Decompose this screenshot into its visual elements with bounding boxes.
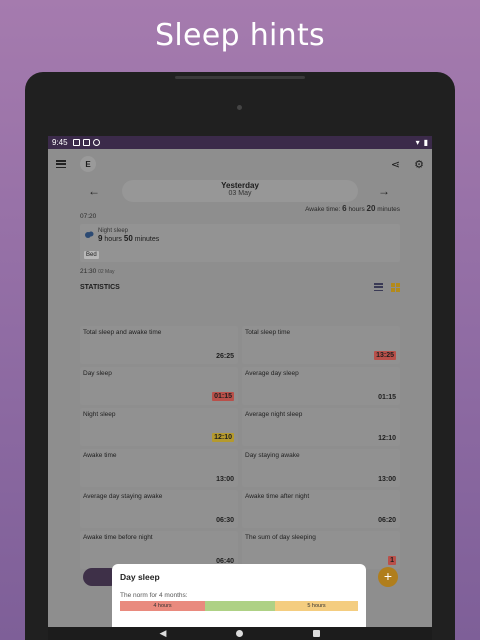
- statistics-header: STATISTICS: [80, 283, 400, 292]
- awake-time-summary: Awake time: 6 hours 20 minutes: [48, 204, 432, 213]
- recents-nav-icon[interactable]: [313, 630, 321, 637]
- stat-value: 12:10: [378, 435, 396, 442]
- date-pill[interactable]: Yesterday 03 May: [122, 180, 358, 202]
- stat-cell[interactable]: Average day sleep 01:15: [242, 367, 400, 405]
- timeline-start-time: 07:20: [80, 213, 97, 220]
- night-minutes-unit: minutes: [134, 236, 160, 243]
- night-minutes: 50: [123, 234, 133, 243]
- back-nav-icon[interactable]: ◀: [160, 628, 167, 639]
- battery-icon: ▮: [423, 138, 428, 147]
- night-hours: 9: [98, 234, 103, 243]
- norm-bar-mid: [205, 601, 275, 611]
- norm-bar-high: 5 hours: [275, 601, 358, 611]
- stat-value: 26:25: [216, 353, 234, 360]
- statistics-grid: Total sleep and awake time 26:25 Total sle…: [80, 326, 400, 569]
- date-value: 03 May: [228, 190, 252, 198]
- night-cloud-icon: [85, 231, 94, 238]
- sheet-norm-label: The norm for 4 months:: [120, 592, 188, 599]
- stat-label: Average night sleep: [245, 411, 303, 418]
- app-content: E ⋖ ⚙ ← Yesterday 03 May → Awake time: 6…: [48, 149, 432, 627]
- previous-day-arrow-icon[interactable]: ←: [88, 184, 102, 198]
- timeline-end: 21:30 02 May: [80, 268, 432, 275]
- stat-label: Awake time after night: [245, 493, 310, 500]
- timeline-end-time: 21:30: [80, 268, 97, 275]
- status-time: 9:45: [52, 138, 68, 147]
- awake-minutes: 20: [366, 204, 376, 213]
- gear-icon[interactable]: ⚙: [414, 158, 424, 171]
- stat-cell[interactable]: Day sleep 01:15: [80, 367, 238, 405]
- stat-label: The sum of day sleeping: [245, 534, 316, 541]
- headline: Sleep hints: [155, 18, 325, 53]
- stat-value: 13:00: [216, 476, 234, 483]
- status-bar: 9:45 ▾ ▮: [48, 136, 432, 149]
- stat-cell[interactable]: Day staying awake 13:00: [242, 449, 400, 487]
- stat-cell[interactable]: Average day staying awake 06:30: [80, 490, 238, 528]
- norm-bar: 4 hours 5 hours: [120, 601, 358, 611]
- stat-value: 12:10: [212, 433, 234, 442]
- stat-value: 1: [388, 556, 396, 565]
- stat-label: Night sleep: [83, 411, 116, 418]
- timeline-end-date: 02 May: [98, 269, 115, 275]
- awake-hours-unit: hours: [348, 206, 365, 213]
- night-sleep-duration: 9 hours 50 minutes: [98, 234, 396, 243]
- avatar[interactable]: E: [80, 156, 96, 172]
- stat-value: 01:15: [378, 394, 396, 401]
- sync-icon: [92, 139, 100, 146]
- stat-label: Day sleep: [83, 370, 112, 377]
- stat-value: 13:25: [374, 351, 396, 360]
- top-bar: E ⋖ ⚙: [48, 149, 432, 179]
- stat-cell[interactable]: Total sleep and awake time 26:25: [80, 326, 238, 364]
- night-sleep-card[interactable]: Night sleep 9 hours 50 minutes Bed: [80, 224, 400, 262]
- share-icon[interactable]: ⋖: [391, 158, 400, 171]
- sd-card-icon: [82, 139, 90, 146]
- awake-minutes-unit: minutes: [377, 206, 400, 213]
- list-view-icon[interactable]: [374, 283, 383, 291]
- notification-icon: [72, 139, 80, 146]
- stat-value: 06:30: [216, 517, 234, 524]
- stat-cell[interactable]: Awake time 13:00: [80, 449, 238, 487]
- stat-label: Awake time: [83, 452, 117, 459]
- bed-tag: Bed: [84, 251, 99, 259]
- camera: [237, 105, 242, 110]
- stat-label: Average day staying awake: [83, 493, 163, 500]
- screen: 9:45 ▾ ▮ E ⋖ ⚙ ← Yesterday 03 May → Awak…: [48, 136, 432, 640]
- grid-view-icon[interactable]: [391, 283, 400, 292]
- stat-label: Total sleep and awake time: [83, 329, 162, 336]
- stat-label: Day staying awake: [245, 452, 300, 459]
- stat-value: 01:15: [212, 392, 234, 401]
- date-navigator: ← Yesterday 03 May →: [48, 179, 432, 203]
- stat-value: 13:00: [378, 476, 396, 483]
- awake-time-label: Awake time:: [305, 206, 341, 213]
- system-nav-bar: ◀: [48, 627, 432, 640]
- home-nav-icon[interactable]: [236, 630, 244, 637]
- stat-value: 06:20: [378, 517, 396, 524]
- stat-cell[interactable]: Awake time after night 06:20: [242, 490, 400, 528]
- add-button[interactable]: +: [378, 567, 398, 587]
- date-day-label: Yesterday: [221, 181, 259, 190]
- stat-label: Total sleep time: [245, 329, 291, 336]
- speaker: [175, 76, 305, 79]
- night-hours-unit: hours: [104, 236, 122, 243]
- awake-hours: 6: [342, 204, 347, 213]
- stat-cell[interactable]: Total sleep time 13:25: [242, 326, 400, 364]
- statistics-title: STATISTICS: [80, 284, 120, 291]
- stat-label: Awake time before night: [83, 534, 153, 541]
- stat-cell[interactable]: Night sleep 12:10: [80, 408, 238, 446]
- menu-icon[interactable]: [56, 160, 66, 168]
- day-sleep-hint-sheet: Day sleep The norm for 4 months: 4 hours…: [112, 564, 366, 627]
- stat-cell[interactable]: Average night sleep 12:10: [242, 408, 400, 446]
- wifi-icon: ▾: [415, 138, 420, 147]
- sheet-title: Day sleep: [120, 572, 160, 582]
- stat-label: Average day sleep: [245, 370, 299, 377]
- next-day-arrow-icon[interactable]: →: [378, 184, 392, 198]
- norm-bar-low: 4 hours: [120, 601, 205, 611]
